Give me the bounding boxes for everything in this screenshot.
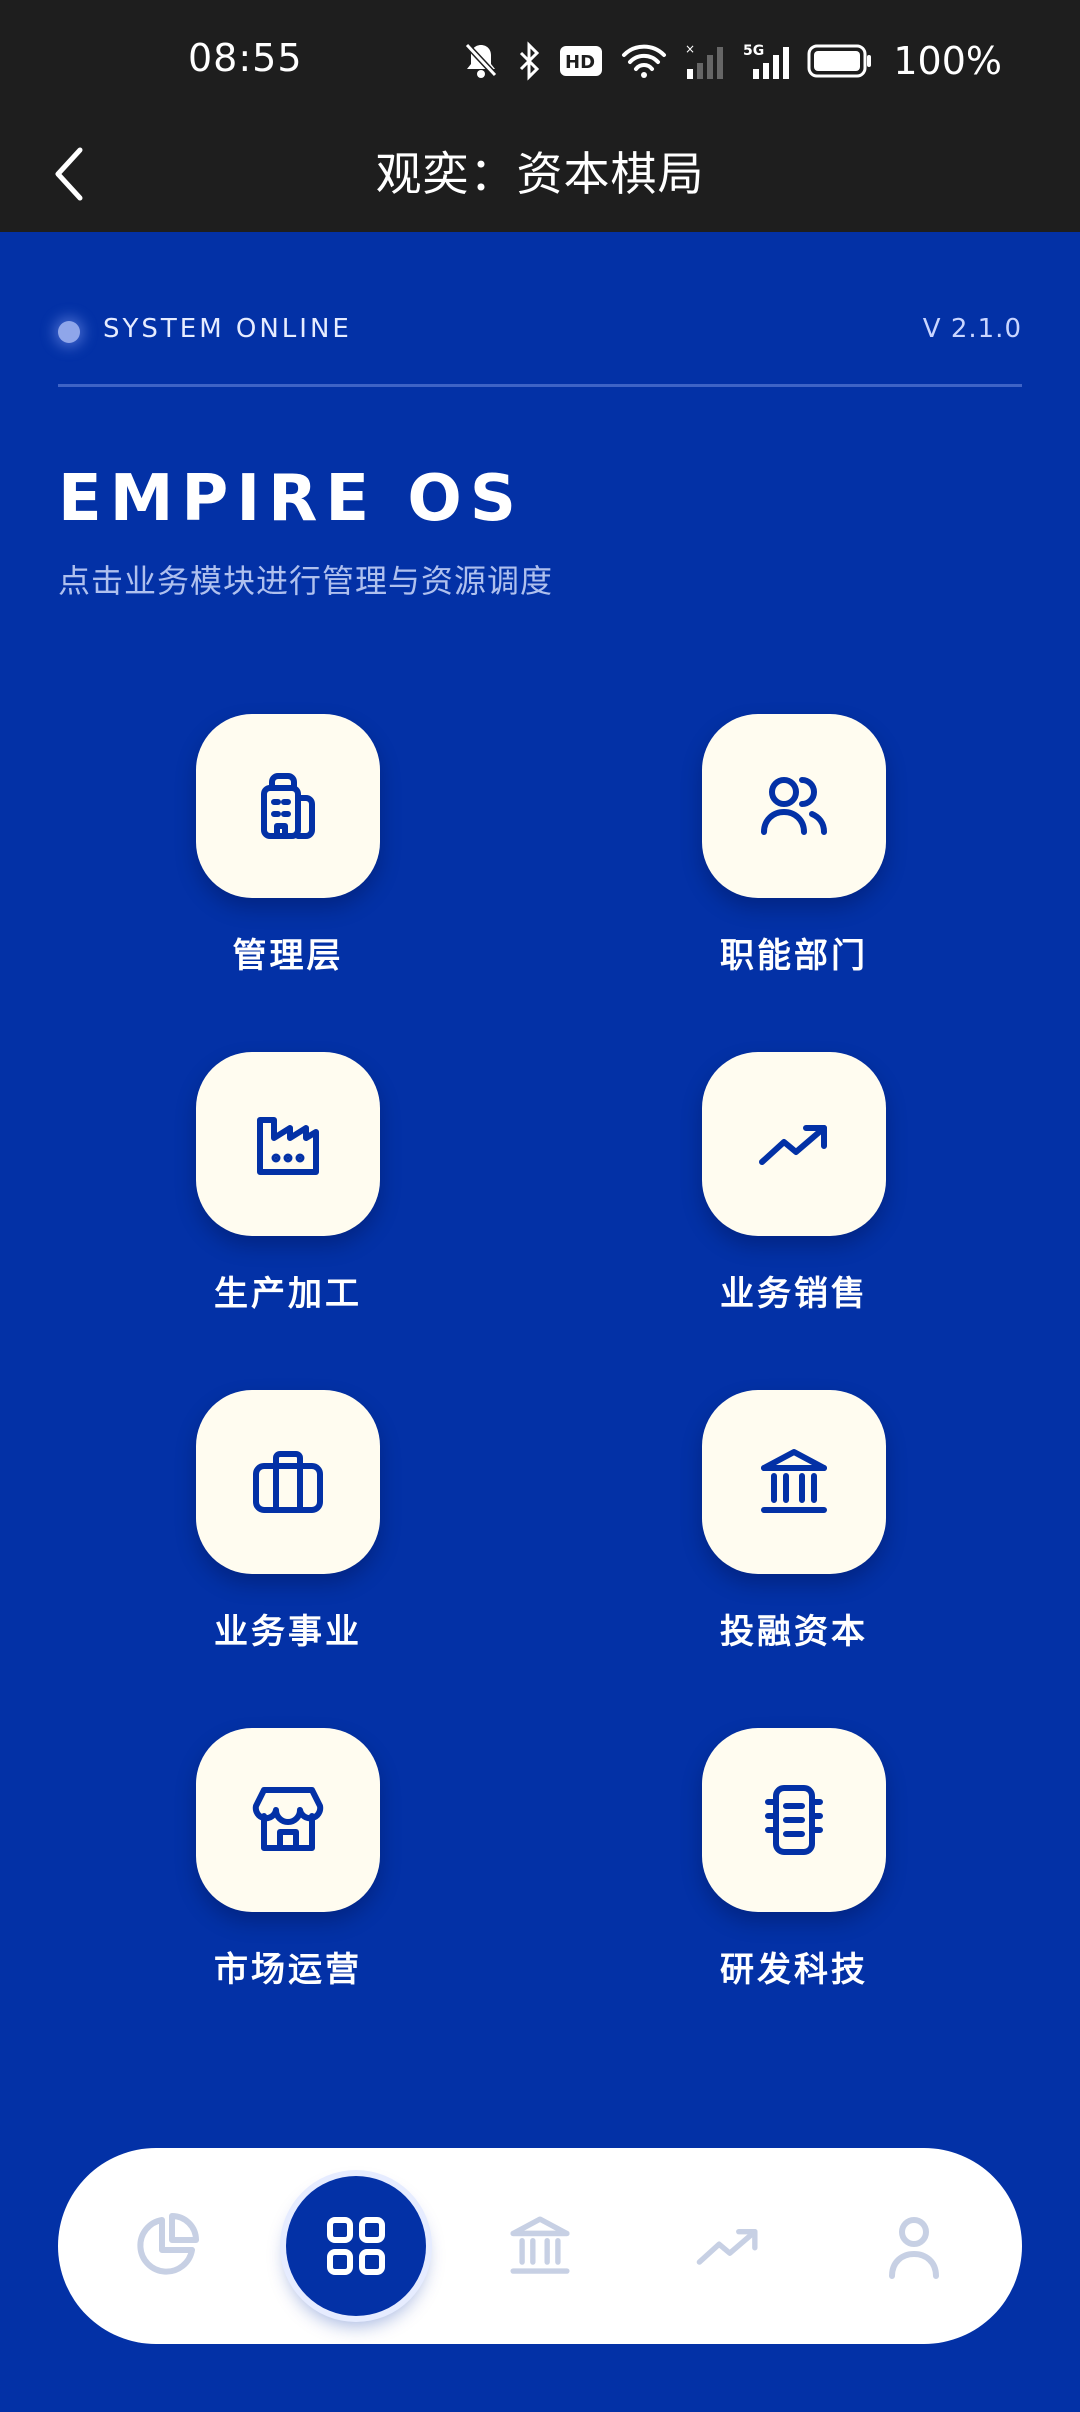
module-label: 投融资本 — [720, 1612, 868, 1652]
bank-icon — [510, 2216, 570, 2274]
nav-item-finance[interactable] — [490, 2196, 590, 2296]
signal-5g-icon: 5G — [743, 41, 790, 81]
title-bar: 观奕：资本棋局 — [0, 124, 1080, 232]
battery-icon — [807, 43, 873, 79]
module-business[interactable]: 业务事业 — [156, 1390, 416, 1680]
nav-item-overview[interactable] — [116, 2196, 216, 2296]
module-rnd-tech[interactable]: 研发科技 — [662, 1728, 922, 2018]
status-bar: 08:55 HD × 5G 100% — [0, 0, 1080, 124]
svg-text:5G: 5G — [743, 43, 764, 59]
grid-icon — [327, 2217, 385, 2275]
building-icon — [261, 773, 315, 839]
module-label: 市场运营 — [214, 1950, 362, 1990]
module-tile[interactable] — [196, 714, 380, 898]
wifi-icon — [621, 43, 667, 79]
module-production[interactable]: 生产加工 — [156, 1052, 416, 1342]
store-icon — [252, 1787, 324, 1851]
top-bar: 08:55 HD × 5G 100% 观奕：资本棋局 — [0, 0, 1080, 232]
trending-up-icon — [759, 1125, 827, 1165]
divider — [58, 384, 1022, 387]
factory-icon — [257, 1117, 319, 1175]
signal-weak-icon: × — [685, 41, 725, 81]
svg-text:×: × — [685, 42, 695, 56]
pie-chart-icon — [137, 2213, 199, 2275]
status-dot-icon — [58, 321, 80, 343]
module-label: 研发科技 — [720, 1950, 868, 1990]
nav-item-modules[interactable] — [286, 2176, 426, 2316]
hd-icon: HD — [559, 45, 603, 77]
system-status-row: SYSTEM ONLINE V 2.1.0 — [58, 310, 1022, 356]
status-time: 08:55 — [188, 36, 303, 80]
user-icon — [889, 2217, 939, 2279]
status-icons: HD × 5G 100% — [463, 38, 1002, 84]
module-investment-capital[interactable]: 投融资本 — [662, 1390, 922, 1680]
module-tile[interactable] — [196, 1052, 380, 1236]
module-marketing[interactable]: 市场运营 — [156, 1728, 416, 2018]
module-tile[interactable] — [196, 1390, 380, 1574]
module-tile[interactable] — [702, 714, 886, 898]
trending-up-icon — [696, 2229, 758, 2265]
nav-item-profile[interactable] — [864, 2196, 964, 2296]
briefcase-icon — [253, 1451, 323, 1513]
system-status-label: SYSTEM ONLINE — [103, 314, 352, 344]
page-title: 观奕：资本棋局 — [375, 147, 705, 201]
module-tile[interactable] — [702, 1390, 886, 1574]
nav-item-trends[interactable] — [678, 2196, 778, 2296]
main-title: EMPIRE OS — [58, 462, 524, 536]
module-label: 生产加工 — [214, 1274, 362, 1314]
version-label: V 2.1.0 — [922, 314, 1022, 344]
module-tile[interactable] — [196, 1728, 380, 1912]
module-label: 职能部门 — [720, 936, 868, 976]
bell-muted-icon — [463, 41, 499, 81]
module-management[interactable]: 管理层 — [156, 714, 416, 1004]
module-functional-departments[interactable]: 职能部门 — [662, 714, 922, 1004]
module-label: 业务销售 — [720, 1274, 868, 1314]
module-sales[interactable]: 业务销售 — [662, 1052, 922, 1342]
bottom-nav — [58, 2148, 1022, 2344]
svg-text:HD: HD — [565, 52, 595, 73]
module-label: 业务事业 — [214, 1612, 362, 1652]
chip-icon — [765, 1785, 823, 1855]
module-tile[interactable] — [702, 1052, 886, 1236]
main-subtitle: 点击业务模块进行管理与资源调度 — [58, 562, 554, 600]
battery-percent: 100% — [893, 39, 1002, 83]
bluetooth-icon — [517, 41, 541, 81]
users-icon — [761, 777, 827, 835]
module-tile[interactable] — [702, 1728, 886, 1912]
bank-icon — [761, 1449, 827, 1513]
module-label: 管理层 — [232, 936, 344, 976]
